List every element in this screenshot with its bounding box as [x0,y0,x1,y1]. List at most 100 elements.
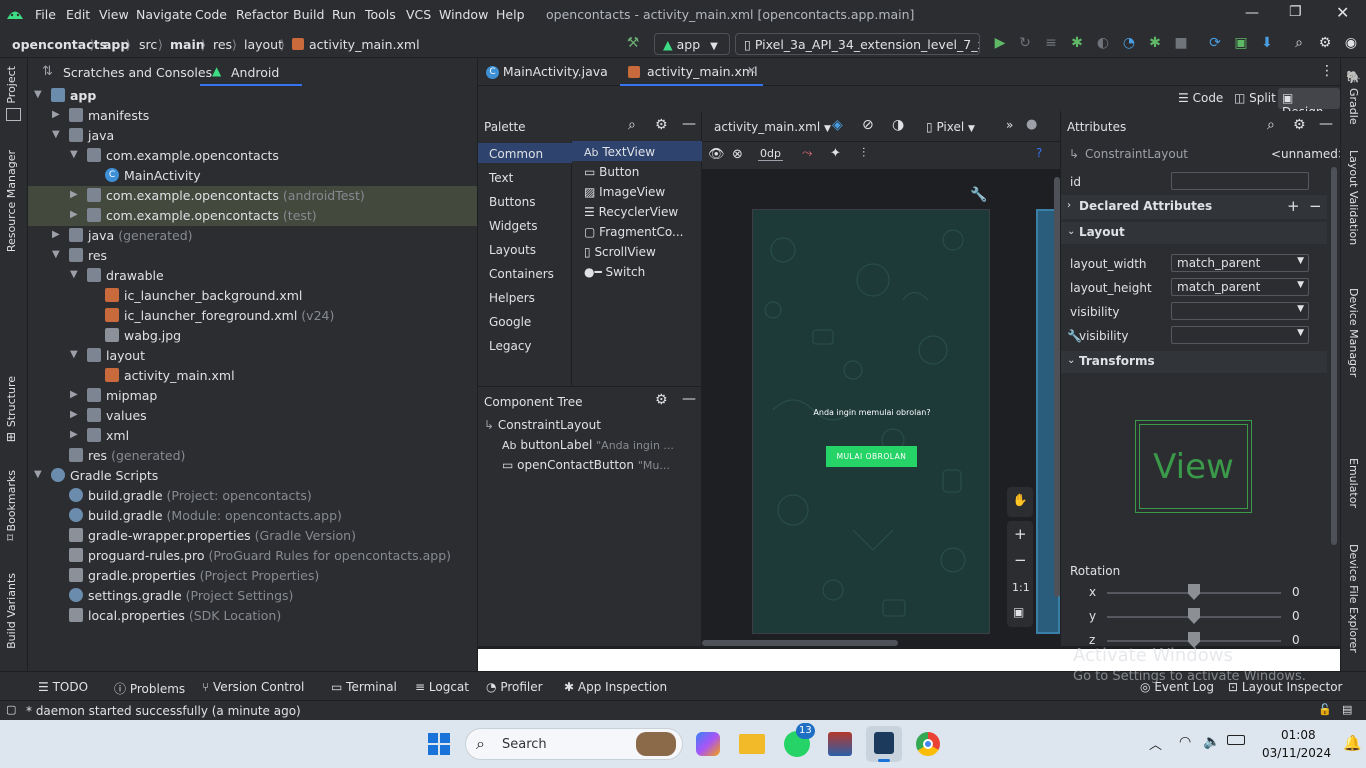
tree-item-java[interactable]: ▼ java [28,126,477,146]
layout-section[interactable]: ⌄ Layout [1061,222,1327,244]
device-dropdown[interactable]: ▯ Pixel_3a_API_34_extension_level_7_x86.… [735,33,980,55]
tree-item-package-androidtest[interactable]: ▶ com.example.opencontacts (androidTest) [28,186,477,206]
tree-item-wabg[interactable]: wabg.jpg [28,326,477,346]
layout-file-dropdown[interactable]: activity_main.xml ▼ [714,120,831,134]
rerun-icon[interactable]: ↻ [1016,35,1034,51]
zoom-in-icon[interactable]: + [1014,525,1027,543]
tree-item-proguard[interactable]: proguard-rules.pro (ProGuard Rules for o… [28,546,477,566]
tools-visibility-dropdown[interactable]: ▼ [1171,326,1309,344]
notification-bell-icon[interactable]: 🔔 [1343,734,1362,752]
palette-widget-button[interactable]: ▭ Button [584,165,639,179]
tree-item-gradle-wrapper[interactable]: gradle-wrapper.properties (Gradle Versio… [28,526,477,546]
menu-code[interactable]: Code [195,7,227,22]
breadcrumb-res[interactable]: res [213,37,232,52]
copilot-icon[interactable] [696,732,720,756]
profiler-tab[interactable]: ◔ Profiler [486,680,543,694]
close-icon[interactable]: ✕ [1336,3,1349,22]
menu-window[interactable]: Window [439,7,488,22]
rotation-x-knob[interactable] [1188,584,1200,600]
attributes-scrollbar[interactable] [1331,167,1337,545]
hammer-icon[interactable]: ⚒ [624,35,642,51]
palette-category-common[interactable]: Common [489,147,543,161]
palette-widget-scrollview[interactable]: ▯ ScrollView [584,245,656,259]
default-margin-field[interactable]: 0dp [758,147,783,161]
close-tab-icon[interactable]: ✕ [747,64,756,77]
layout-validation-tab[interactable]: Layout Validation [1347,150,1360,245]
coverage-icon[interactable]: ◐ [1094,35,1112,51]
palette-category-widgets[interactable]: Widgets [489,219,538,233]
transforms-section[interactable]: ⌄ Transforms [1061,351,1327,373]
battery-icon[interactable] [1227,735,1245,745]
palette-widget-imageview[interactable]: ▨ ImageView [584,185,665,199]
hide-panel-icon[interactable]: — [682,116,696,132]
palette-widget-recyclerview[interactable]: ☰ RecyclerView [584,205,678,219]
pan-tool-icon[interactable]: ✋ [1007,487,1033,517]
winrar-icon[interactable] [828,732,852,756]
orientation-icon[interactable]: ⊘ [862,117,874,133]
gear-icon[interactable]: ⚙ [1316,35,1334,51]
tab-scratches[interactable]: Scratches and Consoles [63,65,212,80]
volume-icon[interactable]: 🔈 [1203,734,1220,750]
palette-category-text[interactable]: Text [489,171,513,185]
chevron-up-icon[interactable]: ︿ [1149,734,1162,753]
search-icon[interactable]: ⌕ [1290,35,1308,51]
tree-item-gradle-scripts[interactable]: ▼ Gradle Scripts [28,466,477,486]
menu-file[interactable]: File [35,7,56,22]
search-icon[interactable]: ⌕ [1267,117,1275,133]
palette-category-buttons[interactable]: Buttons [489,195,535,209]
tab-mainactivity[interactable]: C MainActivity.java [486,64,608,79]
guidelines-icon[interactable]: ⫶ [862,146,865,161]
tree-item-values[interactable]: ▶ values [28,406,477,426]
layout-width-dropdown[interactable]: match_parent ▼ [1171,254,1309,272]
tab-activity-main[interactable]: activity_main.xml ✕ [620,58,763,86]
status-panel-icon[interactable]: ▢ [6,703,16,716]
menu-edit[interactable]: Edit [66,7,90,22]
palette-widget-textview[interactable]: Ab TextView [584,145,655,159]
android-studio-logo[interactable] [6,6,24,20]
visibility-dropdown[interactable]: ▼ [1171,302,1309,320]
gear-icon[interactable]: ⚙ [655,392,668,408]
menu-tools[interactable]: Tools [365,7,396,22]
todo-tab[interactable]: ☰ TODO [38,680,88,694]
breadcrumb-file[interactable]: activity_main.xml [309,37,420,52]
stop-icon[interactable]: ■ [1172,35,1190,51]
restore-icon[interactable]: ❐ [1289,4,1302,20]
build-variants-tab[interactable]: Build Variants [5,573,18,649]
device-manager-tab[interactable]: Device Manager [1347,288,1360,377]
sync-gradle-icon[interactable]: ⟳ [1206,35,1224,51]
debug-icon[interactable]: ✱ [1068,35,1086,51]
sdk-manager-icon[interactable]: ⬇ [1258,35,1276,51]
palette-category-containers[interactable]: Containers [489,267,554,281]
warning-icon[interactable]: ● [1026,117,1037,132]
tree-item-mipmap[interactable]: ▶ mipmap [28,386,477,406]
component-opencontactbutton[interactable]: ▭ openContactButton "Mu... [502,458,670,472]
palette-category-google[interactable]: Google [489,315,531,329]
breadcrumb-main[interactable]: main [170,37,205,52]
tree-item-gradle-properties[interactable]: gradle.properties (Project Properties) [28,566,477,586]
android-studio-taskbar-button[interactable] [866,726,902,762]
problems-tab[interactable]: ⓘ Problems [114,680,185,697]
menu-run[interactable]: Run [332,7,356,22]
logcat-tab[interactable]: ≡ Logcat [415,680,469,694]
structure-icon[interactable]: ⊞ [6,430,16,444]
component-root[interactable]: ↳ ConstraintLayout [484,418,601,432]
menu-view[interactable]: View [99,7,129,22]
bookmark-icon[interactable]: ⌑ [7,531,13,545]
layout-height-dropdown[interactable]: match_parent ▼ [1171,278,1309,296]
layout-inspector-tab[interactable]: ⊡ Layout Inspector [1228,680,1342,694]
breadcrumb-layout[interactable]: layout [244,37,283,52]
night-mode-icon[interactable]: ◑ [892,117,904,133]
eye-icon[interactable]: 👁 [708,147,725,162]
device-file-explorer-tab[interactable]: Device File Explorer [1347,544,1360,653]
component-buttonlabel[interactable]: Ab buttonLabel "Anda ingin ... [502,438,674,452]
palette-category-legacy[interactable]: Legacy [489,339,532,353]
tree-item-layout[interactable]: ▼ layout [28,346,477,366]
magnet-icon[interactable]: ⊗ [732,147,743,162]
tree-item-app[interactable]: ▼ app [28,86,477,106]
whatsapp-icon[interactable]: 13 [784,723,815,757]
attach-debugger-icon[interactable]: ✱ [1146,35,1164,51]
app-inspection-tab[interactable]: ✱ App Inspection [564,680,667,694]
bookmarks-tab[interactable]: Bookmarks [5,470,18,531]
file-explorer-icon[interactable] [739,734,765,754]
emulator-tab[interactable]: Emulator [1347,458,1360,508]
